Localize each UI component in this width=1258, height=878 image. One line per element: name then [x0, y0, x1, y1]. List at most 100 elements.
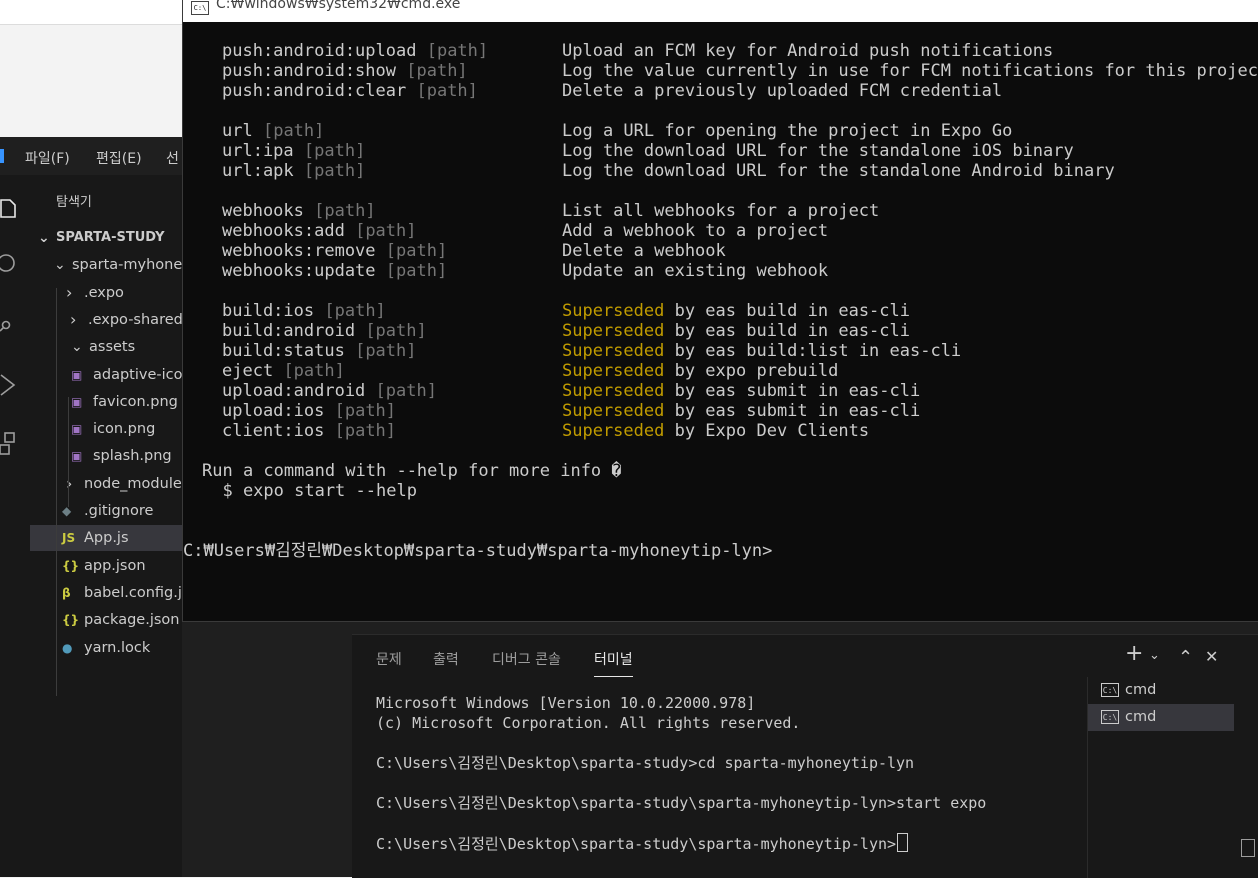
- command-name: push:android:clear [path]: [222, 81, 478, 101]
- terminal-instance[interactable]: C:\ cmd: [1088, 704, 1234, 731]
- terminal-cmd-icon: C:\: [1101, 710, 1119, 724]
- command-row: upload:ios [path] Superseded by eas submi…: [183, 401, 1258, 421]
- command-arg: [path]: [314, 201, 376, 221]
- command-name: upload:ios [path]: [222, 401, 396, 421]
- tree-item-yarn-lock[interactable]: ● yarn.lock: [30, 635, 182, 661]
- tab-debug-console[interactable]: 디버그 콘솔: [492, 649, 561, 669]
- tree-item--expo[interactable]: › .expo: [30, 280, 182, 306]
- terminal-line: C:\Users\김정린\Desktop\sparta-study\sparta…: [376, 794, 987, 812]
- tree-item-app-js[interactable]: JS App.js: [30, 525, 182, 552]
- command-description: Update an existing webhook: [562, 261, 828, 281]
- command-name: url:apk [path]: [222, 161, 365, 181]
- menu-selection[interactable]: 선: [166, 148, 179, 168]
- terminal-dropdown-icon[interactable]: ⌄: [1149, 647, 1160, 665]
- command-description: Superseded by eas submit in eas-cli: [562, 381, 920, 401]
- source-control-icon[interactable]: [0, 315, 18, 335]
- terminal-output[interactable]: Microsoft Windows [Version 10.0.22000.97…: [376, 693, 986, 853]
- run-debug-icon[interactable]: [0, 373, 18, 396]
- tree-item-babel-config-js[interactable]: β babel.config.js: [30, 580, 182, 606]
- tree-item-label: node_modules: [84, 475, 182, 492]
- superseded-label: Superseded: [562, 321, 665, 341]
- tree-item-label: splash.png: [93, 448, 172, 465]
- cmd-window: C:\ C:₩windows₩system32₩cmd.exe push:and…: [182, 0, 1258, 622]
- command-arg: [path]: [426, 41, 489, 61]
- description-text: Upload an FCM key for Android push notif…: [562, 41, 1054, 61]
- command-description: Delete a previously uploaded FCM credent…: [562, 81, 1002, 101]
- tree-item-sparta-study[interactable]: ⌄ SPARTA-STUDY: [30, 225, 182, 251]
- help-example: $ expo start --help: [183, 481, 1258, 501]
- command-name: webhooks [path]: [222, 201, 376, 221]
- command-text: build:ios: [222, 301, 315, 321]
- activity-bar: [0, 175, 30, 877]
- cmd-titlebar[interactable]: C:\ C:₩windows₩system32₩cmd.exe: [183, 0, 1258, 22]
- extensions-icon[interactable]: [0, 431, 18, 455]
- background-window: [0, 0, 182, 135]
- command-text: url:apk: [222, 161, 294, 181]
- command-description: Superseded by eas build:list in eas-cli: [562, 341, 961, 361]
- command-arg: [path]: [262, 121, 325, 141]
- description-text: Log a URL for opening the project in Exp…: [562, 121, 1013, 141]
- tree-item-package-json[interactable]: {} package.json: [30, 607, 182, 633]
- close-panel-icon[interactable]: ✕: [1205, 648, 1218, 666]
- tree-item-favicon-png[interactable]: ▣ favicon.png: [30, 389, 182, 415]
- maximize-panel-icon[interactable]: ⌃: [1178, 649, 1193, 667]
- image-file-icon: ▣: [71, 449, 83, 464]
- tree-item-assets[interactable]: ⌄ assets: [30, 334, 182, 360]
- command-name: client:ios [path]: [222, 421, 396, 441]
- command-description: Delete a webhook: [562, 241, 726, 261]
- command-name: push:android:show [path]: [222, 61, 468, 81]
- indent-guide: [56, 288, 57, 696]
- cmd-output[interactable]: push:android:upload [path] Upload an FCM …: [183, 41, 1258, 561]
- description-text: by eas build in eas-cli: [664, 321, 910, 341]
- command-row: push:android:upload [path] Upload an FCM …: [183, 41, 1258, 61]
- tree-item-sparta-myhoneytip-lyn[interactable]: ⌄ sparta-myhoneytip-lyn: [30, 252, 182, 278]
- command-row: build:ios [path] Superseded by eas build …: [183, 301, 1258, 321]
- tree-item-label: favicon.png: [93, 393, 178, 410]
- command-row: build:android [path] Superseded by eas bu…: [183, 321, 1258, 341]
- tab-output[interactable]: 출력: [433, 649, 459, 669]
- tree-item-adaptive-icon-png[interactable]: ▣ adaptive-icon.png: [30, 362, 182, 388]
- command-row: build:status [path] Superseded by eas bui…: [183, 341, 1258, 361]
- tree-item-node-modules[interactable]: › node_modules: [30, 471, 182, 497]
- menu-file[interactable]: 파일(F): [25, 148, 70, 168]
- terminal-instance-name: cmd: [1125, 709, 1157, 725]
- bottom-panel: 문제 출력 디버그 콘솔 터미널 + ⌄ ⌃ ✕ Microsoft Windo…: [352, 634, 1258, 878]
- tree-item-label: assets: [89, 339, 136, 356]
- command-text: build:status: [222, 341, 345, 361]
- description-text: by eas submit in eas-cli: [664, 401, 921, 421]
- tree-item-label: .gitignore: [84, 503, 154, 519]
- tree-item--expo-shared[interactable]: › .expo-shared: [30, 307, 182, 333]
- tree-item-splash-png[interactable]: ▣ splash.png: [30, 443, 182, 469]
- command-arg: [path]: [283, 361, 345, 381]
- menu-edit[interactable]: 편집(E): [96, 148, 142, 168]
- tab-terminal[interactable]: 터미널: [594, 649, 633, 677]
- help-text: Run a command with --help for more info …: [202, 461, 622, 481]
- command-row: url:apk [path] Log the download URL for t…: [183, 161, 1258, 181]
- command-text: webhooks:update: [222, 261, 376, 281]
- command-name: build:status [path]: [222, 341, 417, 361]
- panel-tabs: 문제 출력 디버그 콘솔 터미널 + ⌄ ⌃ ✕: [352, 635, 1258, 677]
- description-text: by eas submit in eas-cli: [664, 381, 921, 401]
- command-arg: [path]: [385, 241, 448, 261]
- tree-item-icon-png[interactable]: ▣ icon.png: [30, 416, 182, 442]
- command-row: url:ipa [path] Log the download URL for t…: [183, 141, 1258, 161]
- tab-problems[interactable]: 문제: [376, 649, 402, 669]
- command-arg: [path]: [334, 401, 397, 421]
- tree-item--gitignore[interactable]: ◆ .gitignore: [30, 498, 182, 524]
- git-file-icon: ◆: [62, 504, 72, 518]
- new-terminal-icon[interactable]: +: [1125, 643, 1143, 665]
- background-tab: [0, 0, 182, 25]
- explorer-files-icon[interactable]: [0, 197, 18, 218]
- command-text: client:ios: [222, 421, 325, 441]
- tree-item-app-json[interactable]: {} app.json: [30, 553, 182, 579]
- terminal-instance[interactable]: C:\ cmd: [1088, 677, 1234, 704]
- command-description: Superseded by Expo Dev Clients: [562, 421, 869, 441]
- chevron-down-icon: ⌄: [38, 230, 50, 246]
- description-text: Update an existing webhook: [562, 261, 829, 281]
- search-icon[interactable]: [0, 253, 18, 273]
- command-text: eject: [222, 361, 274, 381]
